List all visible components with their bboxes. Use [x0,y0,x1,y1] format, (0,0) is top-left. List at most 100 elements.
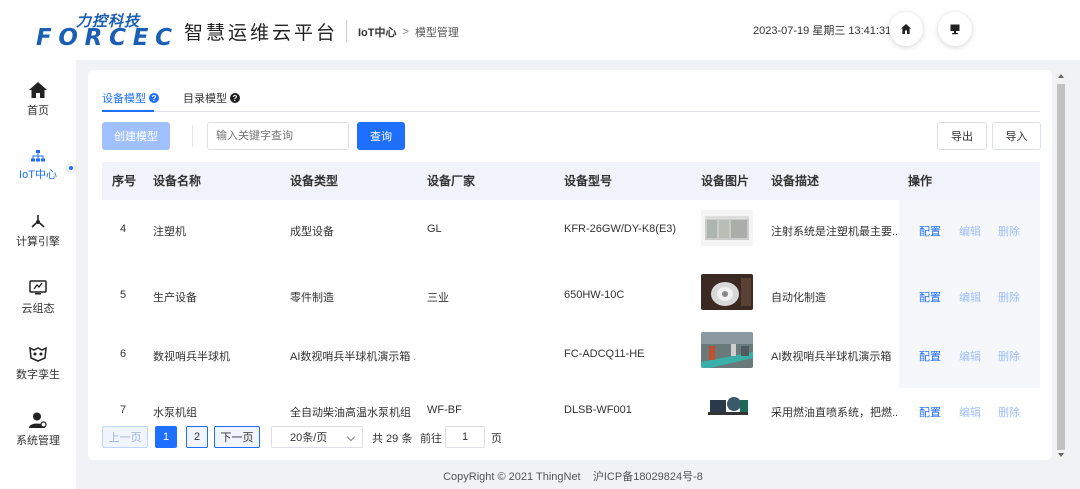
page-size-value: 20条/页 [290,432,328,444]
column-header: 序号 [112,174,137,188]
tab-catalog-model[interactable]: 目录模型? [183,90,240,106]
sidebar-item-system-management[interactable]: 系统管理 [0,400,76,460]
column-header: 操作 [908,174,933,188]
delete-link[interactable]: 删除 [998,348,1020,364]
cell-maker: WF-BF [427,404,462,416]
delete-link[interactable]: 删除 [998,223,1020,239]
breadcrumb: IoT中心 > 模型管理 [358,24,459,40]
config-link[interactable]: 配置 [919,348,941,364]
header-divider [346,20,347,42]
cell-name: 水泵机组 [153,407,197,419]
model-tabs: 设备模型? 目录模型? [102,90,1040,112]
sidebar-item-cloud-config[interactable]: 云组态 [0,268,76,328]
table-row[interactable]: 4 注塑机 成型设备 GL KFR-26GW/DY-K8(E3) 注射系统是注塑… [102,200,1040,264]
home-button[interactable] [889,12,923,46]
device-image-thumbnail[interactable] [701,210,753,246]
cell-no: 5 [120,289,127,301]
sidebar-item-label: 计算引擎 [16,236,60,248]
sidebar-item-label: 首页 [27,105,49,117]
cell-model: DLSB-WF001 [564,404,632,416]
page-button-2[interactable]: 2 [186,426,208,448]
help-icon[interactable]: ? [230,93,240,103]
edit-link[interactable]: 编辑 [959,404,981,420]
tab-label: 设备模型 [102,93,146,105]
delete-link[interactable]: 删除 [998,289,1020,305]
cell-no: 7 [120,404,127,416]
cell-type: 零件制造 [290,292,334,304]
sidebar-item-label: 系统管理 [16,435,60,447]
goto-page-input[interactable]: 1 [445,426,485,448]
goto-prefix: 前往 [420,433,442,445]
cell-name: 注塑机 [153,226,186,238]
scrollbar-thumb[interactable] [1057,84,1065,450]
page-footer: CopyRight © 2021 ThingNet 沪ICP备18029824号… [0,468,1080,484]
cell-model: FC-ADCQ11-HE [564,348,645,360]
sidebar: 首页 IoT中心 计算引擎 云组态 数字孪生 系统管理 [0,60,76,489]
cell-type: 全自动柴油高温水泵机组 [290,407,411,419]
table-header: 序号 设备名称 设备类型 设备厂家 设备型号 设备图片 设备描述 操作 [102,162,1040,200]
device-image-thumbnail[interactable] [701,274,753,310]
forcecon-logo[interactable]: 力控科技 FORCEC [36,10,176,51]
edit-link[interactable]: 编辑 [959,348,981,364]
monitor-button[interactable] [938,12,972,46]
table-row[interactable]: 7 水泵机组 全自动柴油高温水泵机组 WF-BF DLSB-WF001 采用燃油… [102,384,1040,424]
cell-name: 数视哨兵半球机 [153,351,230,363]
cell-maker: GL [427,223,442,235]
edit-link[interactable]: 编辑 [959,223,981,239]
column-header: 设备型号 [564,174,613,188]
goto-suffix: 页 [491,433,502,445]
prev-page-button[interactable]: 上一页 [102,426,148,448]
sidebar-item-home[interactable]: 首页 [0,70,76,130]
model-management-card: 设备模型? 目录模型? 创建模型 查询 导出 导入 序号 设备名称 设备类型 设… [88,70,1052,460]
config-link[interactable]: 配置 [919,289,941,305]
sidebar-item-label: 数字孪生 [16,369,60,381]
cloud-config-icon [29,280,47,295]
iot-network-icon [31,150,45,162]
tab-device-model[interactable]: 设备模型? [102,90,159,106]
table-row[interactable]: 5 生产设备 零件制造 三业 650HW-10C 自动化制造 配置 编辑 删除 [102,264,1040,324]
page-size-select[interactable]: 20条/页 [271,426,363,448]
cell-desc: 自动化制造 [771,292,826,304]
sidebar-collapse-handle[interactable] [67,164,75,172]
cell-desc: 采用燃油直喷系统，把燃... [771,407,899,419]
export-button[interactable]: 导出 [937,122,987,150]
config-link[interactable]: 配置 [919,223,941,239]
icp-text[interactable]: 沪ICP备18029824号-8 [593,471,703,483]
sidebar-item-digital-twin[interactable]: 数字孪生 [0,334,76,394]
svg-text:FORCEC: FORCEC [36,25,172,50]
top-header: 力控科技 FORCEC 智慧运维云平台 IoT中心 > 模型管理 2023-07… [0,0,1080,60]
compute-engine-icon [31,215,45,228]
device-image-thumbnail[interactable] [701,332,753,368]
create-model-button[interactable]: 创建模型 [102,122,170,150]
edit-link[interactable]: 编辑 [959,289,981,305]
device-image-thumbnail[interactable] [706,392,750,418]
cell-no: 6 [120,348,127,360]
monitor-icon [950,24,960,35]
import-button[interactable]: 导入 [992,122,1041,150]
delete-link[interactable]: 删除 [998,404,1020,420]
sidebar-item-iot-center[interactable]: IoT中心 [0,136,76,196]
scroll-down-arrow-icon[interactable] [1058,453,1064,457]
cell-model: 650HW-10C [564,289,625,301]
query-button[interactable]: 查询 [357,122,405,150]
next-page-button[interactable]: 下一页 [214,426,260,448]
column-header: 设备图片 [701,174,750,188]
toolbar-divider [192,125,193,147]
cell-no: 4 [120,223,127,235]
page-button-1[interactable]: 1 [155,426,177,448]
cell-type: AI数视哨兵半球机演示箱 ... [290,351,415,363]
cell-desc: 注射系统是注塑机最主要... [771,226,899,238]
column-header: 设备厂家 [427,174,476,188]
sidebar-item-compute-engine[interactable]: 计算引擎 [0,202,76,262]
scroll-up-arrow-icon[interactable] [1058,74,1064,78]
help-icon[interactable]: ? [149,93,159,103]
platform-name: 智慧运维云平台 [184,23,339,44]
table-row[interactable]: 6 数视哨兵半球机 AI数视哨兵半球机演示箱 ... FC-ADCQ11-HE … [102,324,1040,384]
breadcrumb-iot-center[interactable]: IoT中心 [358,24,397,40]
search-input[interactable] [207,122,349,150]
config-link[interactable]: 配置 [919,404,941,420]
breadcrumb-model-management: 模型管理 [414,27,459,39]
column-header: 设备名称 [153,174,202,188]
logo-en-text: FORCEC [36,24,176,56]
cell-model: KFR-26GW/DY-K8(E3) [564,223,677,235]
